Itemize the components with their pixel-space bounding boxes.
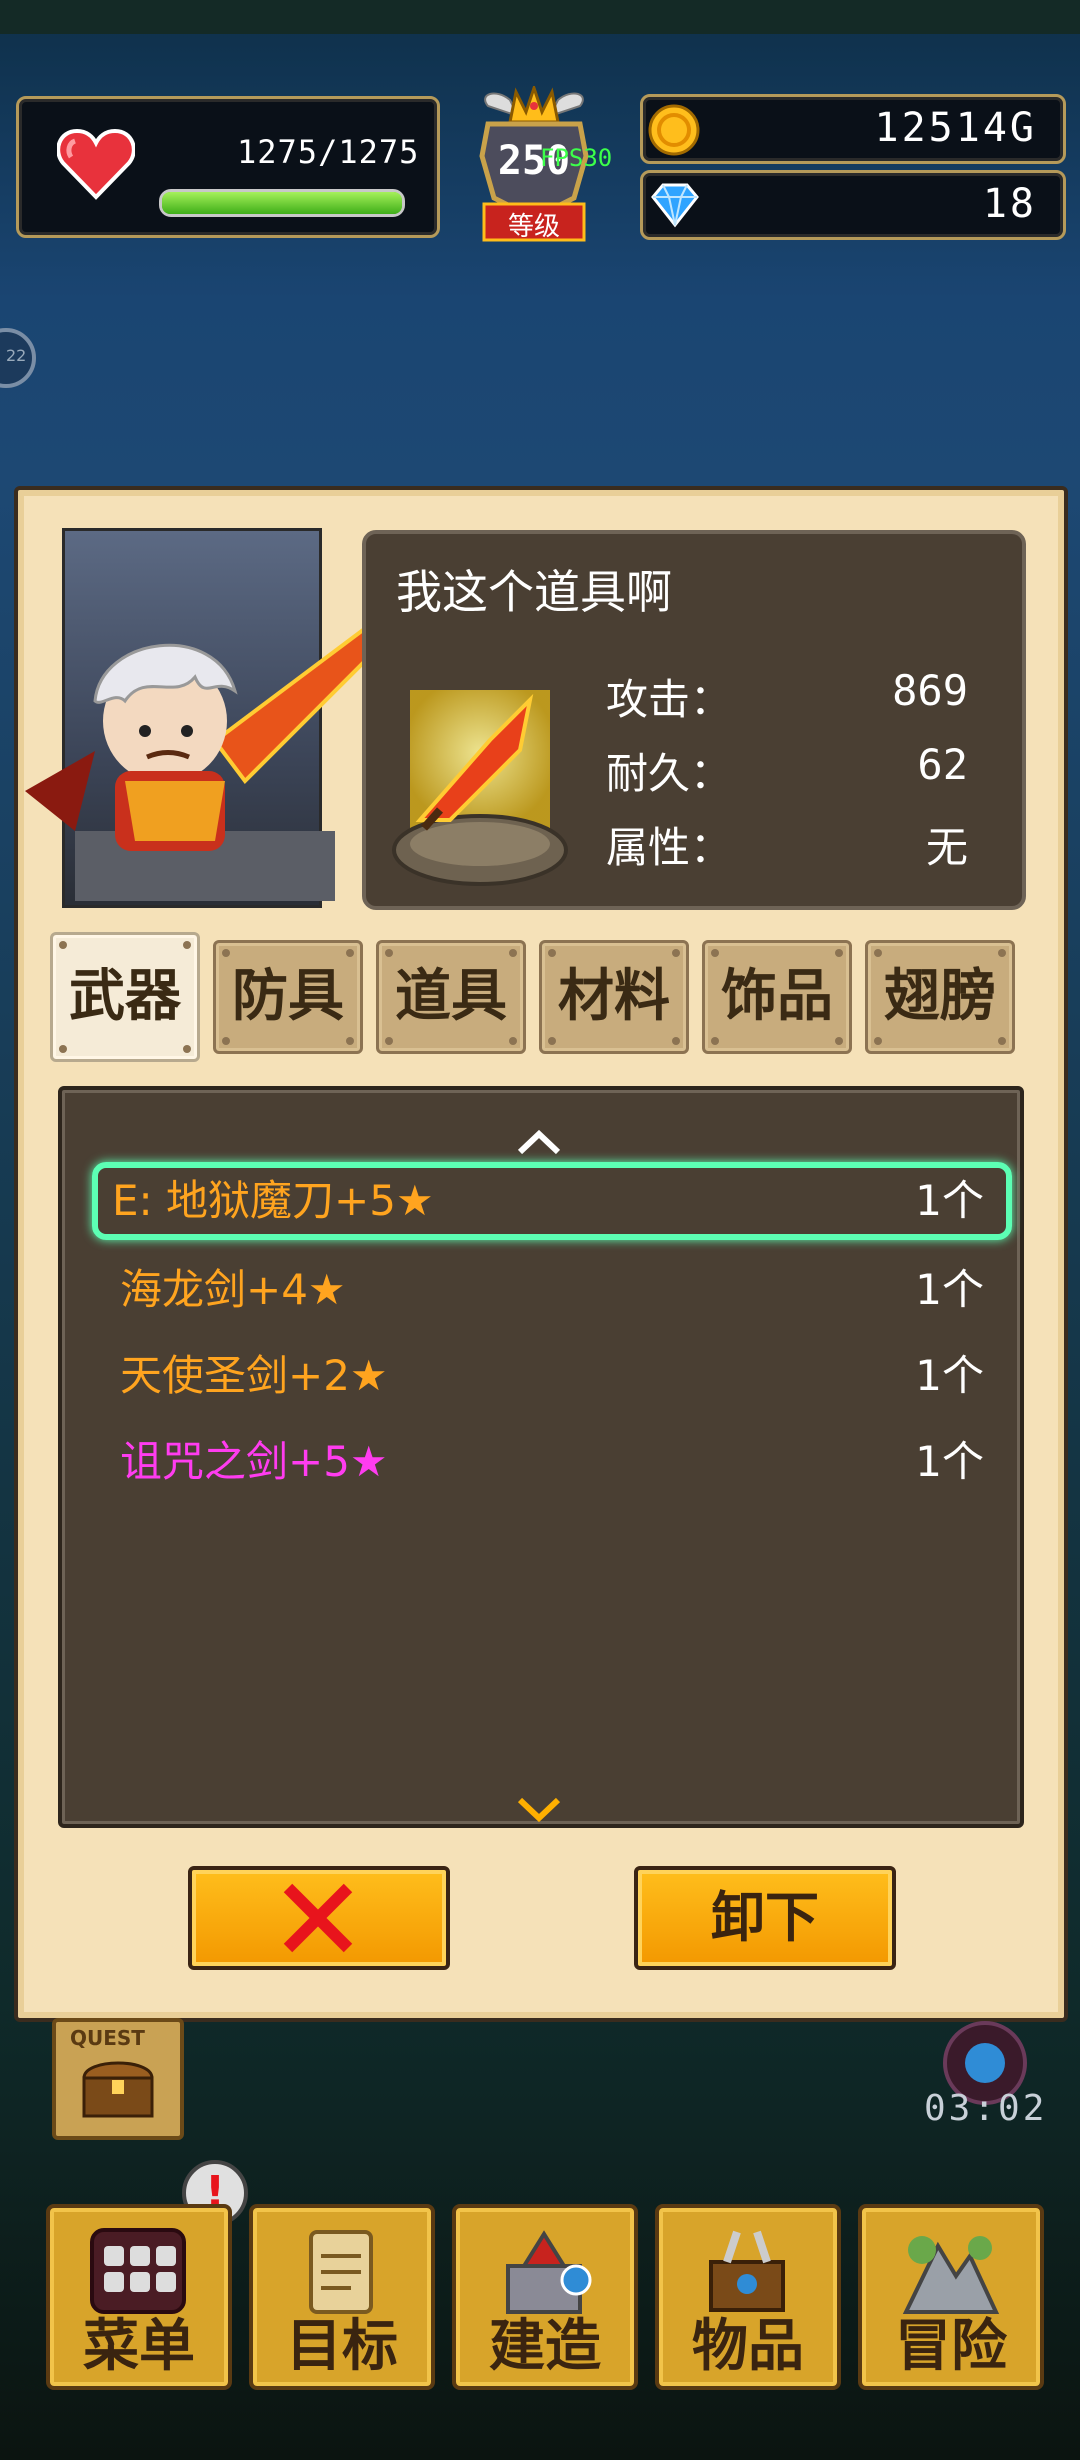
scroll-down-icon[interactable] — [514, 1794, 564, 1824]
rivet-icon — [835, 1037, 843, 1045]
list-item[interactable]: 诅咒之剑+5★ 1个 — [98, 1424, 1006, 1500]
nav-label: 建造 — [489, 2314, 601, 2379]
tab-5[interactable]: 翅膀 — [865, 940, 1015, 1054]
rivet-icon — [548, 949, 556, 957]
stat-label: 属性： — [606, 823, 733, 872]
tab-3[interactable]: 材料 — [539, 940, 689, 1054]
side-badge[interactable]: 22 — [0, 328, 36, 388]
rivet-icon — [874, 1037, 882, 1045]
rivet-icon — [672, 1037, 680, 1045]
treasure-chest-icon — [82, 2061, 154, 2118]
fps-counter: FPS30 — [540, 144, 613, 172]
tab-0[interactable]: 武器 — [50, 932, 200, 1062]
heart-icon — [57, 128, 135, 200]
tab-label: 武器 — [69, 964, 181, 1029]
diamond-icon — [651, 183, 699, 228]
close-button[interactable] — [188, 1866, 450, 1970]
nav-1[interactable]: 目标 — [249, 2204, 435, 2390]
rivet-icon — [59, 1045, 67, 1053]
gold-coin-icon — [648, 104, 700, 156]
rivet-icon — [222, 1037, 230, 1045]
item-name: 天使圣剑+2★ — [120, 1351, 388, 1400]
nav-3[interactable]: 物品 — [655, 2204, 841, 2390]
stat-label: 攻击： — [606, 675, 733, 724]
timer-text: 03:02 — [924, 2088, 1048, 2129]
rivet-icon — [183, 1045, 191, 1053]
rivet-icon — [346, 1037, 354, 1045]
side-badge-label: 22 — [6, 346, 27, 365]
item-count: 1个 — [915, 1176, 984, 1225]
item-name: 诅咒之剑+5★ — [120, 1437, 388, 1486]
tab-1[interactable]: 防具 — [213, 940, 363, 1054]
rivet-icon — [59, 941, 67, 949]
nav-4[interactable]: 冒险 — [858, 2204, 1044, 2390]
rivet-icon — [711, 949, 719, 957]
event-orb-button[interactable]: 03:02 — [924, 2018, 1048, 2129]
tab-label: 饰品 — [721, 964, 833, 1029]
rivet-icon — [385, 949, 393, 957]
rivet-icon — [874, 949, 882, 957]
tab-4[interactable]: 饰品 — [702, 940, 852, 1054]
status-strip — [0, 0, 1080, 34]
rivet-icon — [222, 949, 230, 957]
nav-label: 冒险 — [895, 2314, 1007, 2379]
tab-2[interactable]: 道具 — [376, 940, 526, 1054]
gold-panel[interactable]: 12514G — [640, 94, 1066, 164]
item-name: E: 地狱魔刀+5★ — [112, 1176, 434, 1225]
list-item[interactable]: E: 地狱魔刀+5★ 1个 — [92, 1162, 1012, 1240]
item-count: 1个 — [915, 1351, 984, 1400]
list-item[interactable]: 海龙剑+4★ 1个 — [98, 1252, 1006, 1328]
gold-value: 12514G — [874, 105, 1037, 151]
rivet-icon — [835, 949, 843, 957]
rivet-icon — [346, 949, 354, 957]
stat-value: 无 — [925, 823, 968, 872]
hp-bar — [159, 189, 405, 217]
gem-panel[interactable]: 18 — [640, 170, 1066, 240]
rivet-icon — [998, 949, 1006, 957]
hp-value: 1275/1275 — [237, 133, 420, 171]
stat-value: 62 — [917, 740, 968, 789]
tab-label: 防具 — [232, 964, 344, 1029]
unequip-button[interactable]: 卸下 — [634, 1866, 896, 1970]
list-item[interactable]: 天使圣剑+2★ 1个 — [98, 1338, 1006, 1414]
rivet-icon — [385, 1037, 393, 1045]
unequip-label: 卸下 — [711, 1886, 819, 1949]
rivet-icon — [998, 1037, 1006, 1045]
stat-label: 耐久： — [606, 749, 733, 798]
level-label: 等级 — [507, 212, 560, 242]
level-badge: 250 等级 FPS30 — [474, 86, 612, 246]
nav-label: 目标 — [286, 2314, 398, 2379]
stat-value: 869 — [892, 666, 968, 715]
rivet-icon — [183, 941, 191, 949]
item-icon — [392, 690, 568, 886]
nav-label: 菜单 — [83, 2314, 195, 2379]
item-name: 海龙剑+4★ — [120, 1265, 346, 1314]
hp-bar-fill — [162, 192, 402, 214]
rivet-icon — [509, 949, 517, 957]
rivet-icon — [509, 1037, 517, 1045]
tab-label: 道具 — [395, 964, 507, 1029]
nav-label: 物品 — [692, 2314, 804, 2379]
quest-chest-button[interactable]: QUEST — [52, 2018, 184, 2140]
tab-label: 翅膀 — [884, 964, 996, 1029]
character-sprite — [25, 617, 388, 901]
rivet-icon — [548, 1037, 556, 1045]
gem-value: 18 — [982, 181, 1037, 227]
item-count: 1个 — [915, 1265, 984, 1314]
nav-2[interactable]: 建造 — [452, 2204, 638, 2390]
scroll-up-icon[interactable] — [514, 1128, 564, 1158]
item-count: 1个 — [915, 1437, 984, 1486]
quest-label: QUEST — [70, 2026, 145, 2050]
rivet-icon — [711, 1037, 719, 1045]
tab-label: 材料 — [558, 964, 670, 1029]
hp-panel: 1275/1275 — [16, 96, 440, 238]
nav-0[interactable]: 菜单 — [46, 2204, 232, 2390]
item-title: 我这个道具啊 — [396, 565, 672, 619]
close-icon — [283, 1883, 353, 1953]
character-portrait — [25, 528, 388, 908]
rivet-icon — [672, 949, 680, 957]
